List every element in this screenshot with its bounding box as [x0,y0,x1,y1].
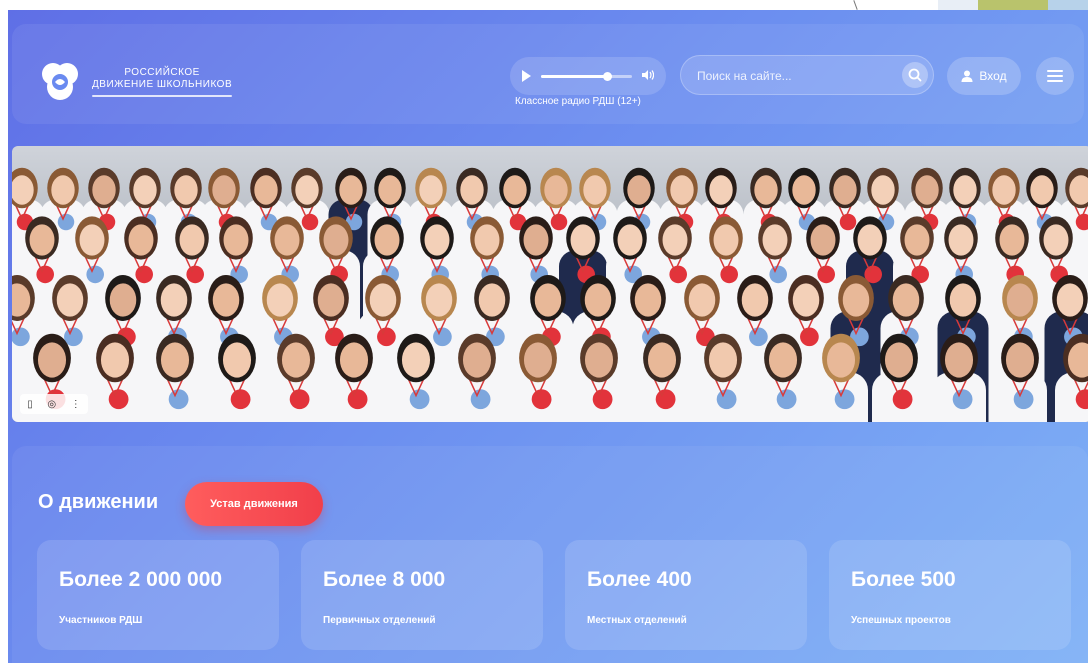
logo-line-2: Движение школьников [92,79,233,90]
photo-tools: ▯ ◎ ⋮ [20,394,88,414]
logo[interactable]: Российское Движение школьников [38,60,233,104]
more-icon[interactable]: ⋮ [71,399,81,410]
hamburger-menu-button[interactable] [1036,57,1074,95]
radio-progress-knob[interactable] [602,71,612,81]
search-button[interactable] [902,62,928,88]
search-box [680,55,934,96]
volume-icon[interactable] [642,69,655,83]
bookmark-icon[interactable]: ▯ [27,399,33,410]
stat-label: Первичных отделений [323,615,436,626]
login-button[interactable]: Вход [947,57,1021,95]
logo-icon [38,60,82,104]
stat-label: Успешных проектов [851,615,951,626]
stat-card[interactable]: Более 8 000 Первичных отделений [301,540,543,650]
login-label: Вход [979,69,1007,83]
search-input[interactable] [695,56,889,96]
stat-card[interactable]: Более 500 Успешных проектов [829,540,1071,650]
radio-player [510,57,666,95]
stat-value: Более 400 [587,568,692,591]
group-photo-illustration [12,167,1088,422]
search-icon [908,68,922,82]
stat-value: Более 500 [851,568,956,591]
stat-label: Участников РДШ [59,615,143,626]
logo-text: Российское Движение школьников [92,67,233,97]
play-icon[interactable] [522,70,531,82]
stat-label: Местных отделений [587,615,687,626]
user-icon [961,70,973,82]
logo-underline [92,95,233,97]
charter-button[interactable]: Устав движения [185,482,323,526]
camera-icon[interactable]: ◎ [47,399,56,410]
about-section: О движении Устав движения Более 2 000 00… [12,446,1088,663]
site-header: Российское Движение школьников Классное … [12,24,1084,124]
stat-value: Более 8 000 [323,568,446,591]
stat-card[interactable]: Более 400 Местных отделений [565,540,807,650]
hero-photo: ▯ ◎ ⋮ [12,146,1088,422]
radio-label: Классное радио РДШ (12+) [515,96,641,107]
radio-progress-fill [541,74,607,78]
logo-line-1: Российское [124,67,200,78]
radio-progress-track[interactable] [541,71,632,81]
about-title: О движении [38,491,159,513]
stat-card[interactable]: Более 2 000 000 Участников РДШ [37,540,279,650]
page-frame: Российское Движение школьников Классное … [8,10,1088,663]
top-right-decoration [848,0,1088,10]
stat-value: Более 2 000 000 [59,568,223,591]
